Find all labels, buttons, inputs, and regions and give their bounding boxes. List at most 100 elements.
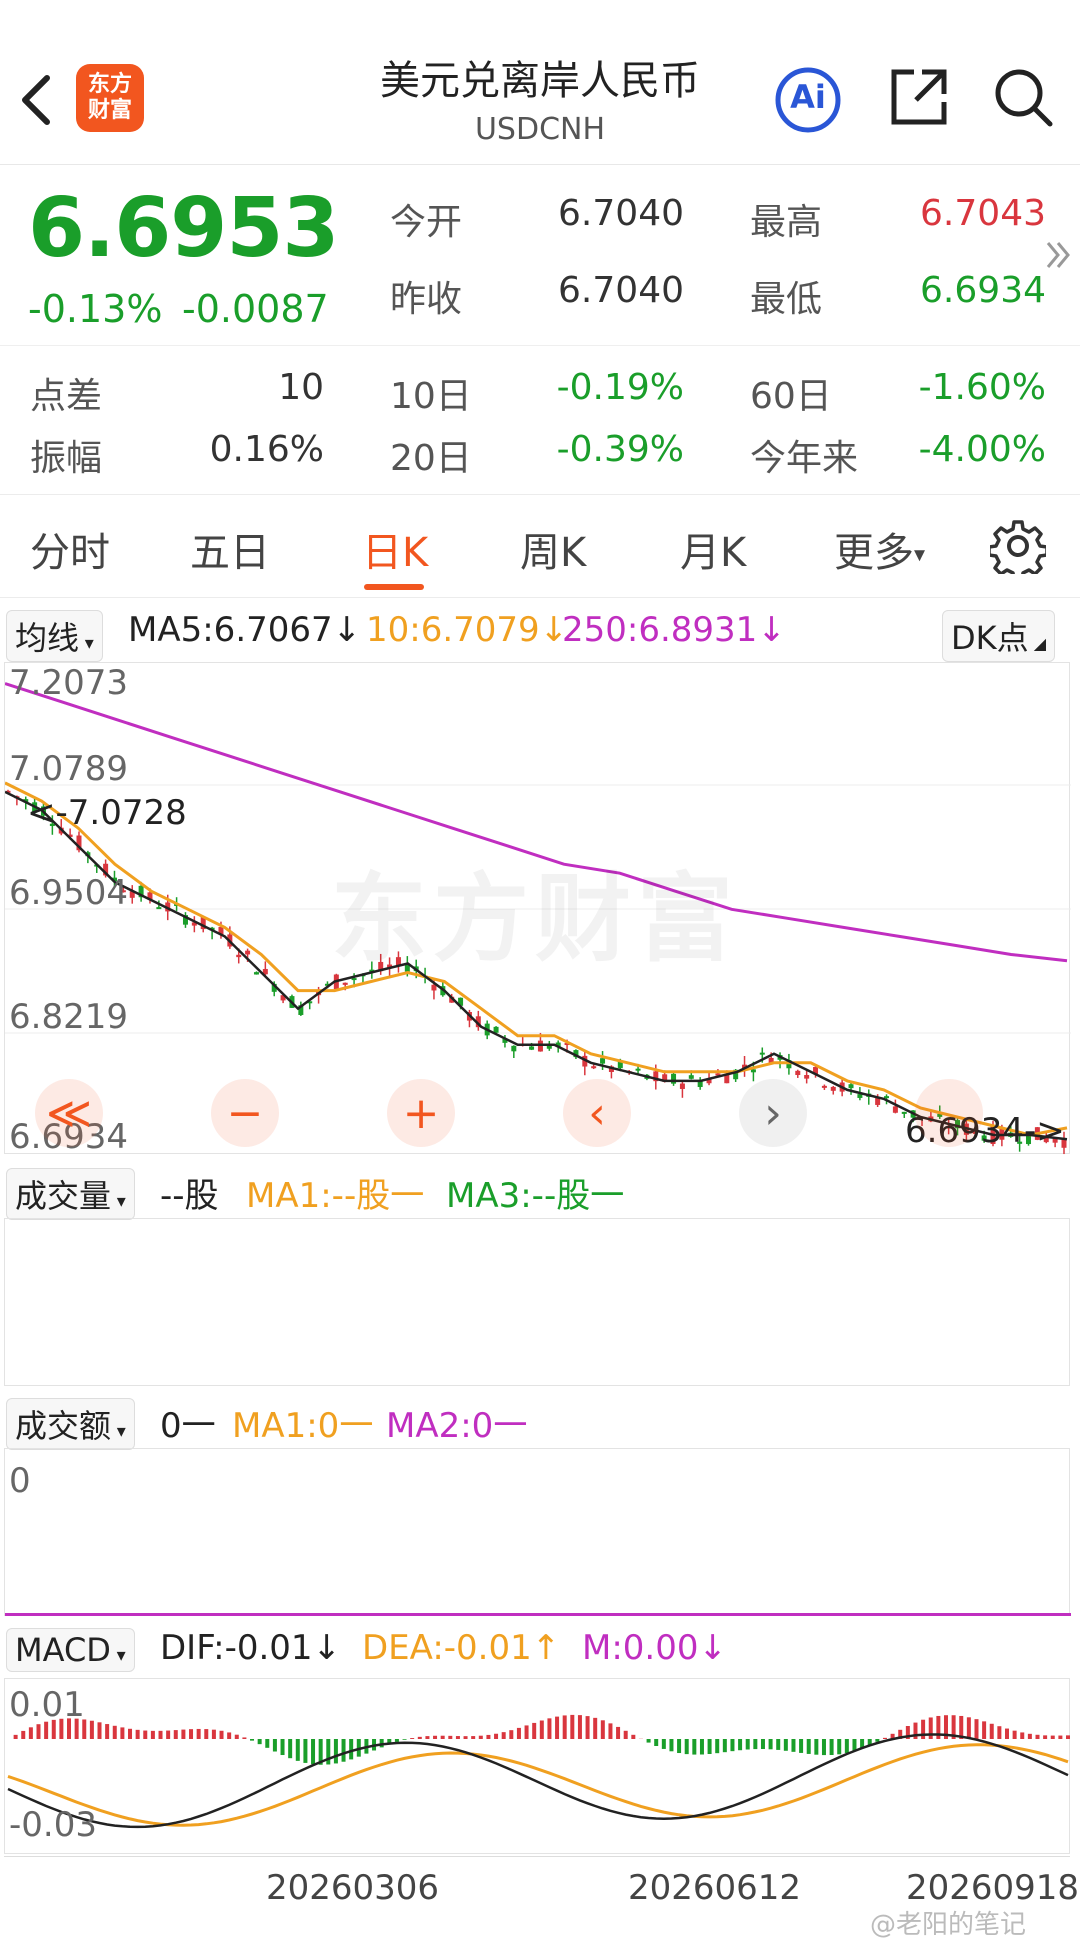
macd-bar [776, 1739, 781, 1750]
candle-body [529, 1046, 535, 1050]
macd-bar [585, 1716, 590, 1739]
macd-bar [242, 1737, 247, 1739]
dk-point-button[interactable]: DK点 ◢ [942, 610, 1056, 662]
high-value: 6.7043 [920, 193, 1046, 234]
zoom-out-button[interactable]: − [211, 1079, 279, 1147]
caret-down-icon: ▾ [111, 1191, 126, 1212]
macd-bar [272, 1739, 277, 1752]
amplitude-label: 振幅 [30, 438, 103, 479]
macd-bar [158, 1730, 163, 1739]
amount-selector[interactable]: 成交额 ▾ [6, 1398, 135, 1450]
tab-monthly-k[interactable]: 月K [680, 520, 746, 578]
macd-bar [562, 1715, 567, 1739]
macd-bar [738, 1739, 743, 1751]
gear-icon[interactable] [987, 518, 1050, 582]
macd-panel: 0.01 -0.03 [4, 1678, 1070, 1854]
macd-axis-bottom: -0.03 [9, 1805, 97, 1845]
quote-panel: 6.6953 -0.13% -0.0087 今开 6.7040 最高 6.704… [0, 165, 1080, 495]
macd-bar [814, 1739, 819, 1755]
10d-value: -0.19% [556, 367, 684, 408]
share-icon[interactable] [886, 64, 952, 130]
macd-bar [616, 1726, 621, 1739]
search-icon[interactable] [990, 64, 1056, 130]
candle-body [591, 1066, 597, 1069]
macd-bar [280, 1739, 285, 1756]
macd-bar [516, 1727, 521, 1739]
macd-bar [265, 1739, 270, 1748]
indicator-selector[interactable]: 均线 ▾ [6, 610, 103, 662]
macd-bar [204, 1729, 209, 1739]
kline-panel: 东方财富 7.2073 7.0789 6.9504 6.8219 6.6934 … [4, 662, 1071, 1157]
macd-bar [234, 1734, 239, 1739]
macd-bar [707, 1739, 712, 1754]
macd-dea: DEA:-0.01↑ [362, 1628, 561, 1668]
macd-bar [471, 1736, 476, 1739]
ma250-legend: 250:6.8931↓ [562, 610, 786, 650]
macd-bar [1050, 1735, 1055, 1739]
candle-body [688, 1075, 694, 1079]
macd-bar [844, 1739, 849, 1754]
scroll-right-button[interactable]: › [739, 1079, 807, 1147]
macd-bar [36, 1724, 41, 1739]
macd-bar [128, 1728, 133, 1739]
macd-bar [799, 1739, 804, 1753]
volume-ma3: MA3:--股一 [446, 1176, 625, 1216]
spread-value: 10 [278, 367, 324, 408]
candle-body [892, 1106, 898, 1113]
tab-more[interactable]: 更多▾ [834, 520, 925, 578]
scroll-to-start-button[interactable]: ≪ [35, 1079, 103, 1147]
volume-selector[interactable]: 成交量 ▾ [6, 1168, 135, 1220]
tab-five-day[interactable]: 五日 [190, 520, 270, 578]
20d-value: -0.39% [556, 429, 684, 470]
ai-button[interactable]: Ai [772, 64, 844, 136]
macd-bar [250, 1739, 255, 1741]
macd-selector[interactable]: MACD ▾ [6, 1628, 135, 1672]
volume-selector-label: 成交量 [15, 1177, 112, 1215]
prev-close-value: 6.7040 [558, 270, 684, 311]
macd-bar [837, 1739, 842, 1755]
candle-body [804, 1075, 810, 1079]
macd-bar [173, 1730, 178, 1739]
macd-bar [227, 1732, 232, 1739]
tab-intraday[interactable]: 分时 [30, 520, 110, 578]
macd-bar [806, 1739, 811, 1754]
ai-label: Ai [790, 78, 826, 116]
macd-bar [97, 1722, 102, 1739]
candle-body [342, 982, 348, 985]
candle-body [821, 1085, 827, 1088]
60d-label: 60日 [750, 376, 832, 417]
double-chevron-right-icon[interactable] [1044, 237, 1078, 277]
tab-more-label: 更多 [834, 530, 914, 576]
macd-bar [89, 1720, 94, 1739]
open-value: 6.7040 [558, 193, 684, 234]
macd-bar [600, 1720, 605, 1739]
footer-watermark: @老阳的笔记 [870, 1910, 1027, 1940]
candle-body [697, 1081, 703, 1087]
macd-bar [1027, 1733, 1032, 1739]
scroll-left-button[interactable]: ‹ [563, 1079, 631, 1147]
volume-panel [4, 1218, 1070, 1386]
macd-bar [349, 1739, 354, 1760]
tab-daily-k[interactable]: 日K [362, 520, 428, 578]
candle-body [848, 1084, 854, 1089]
macd-bar [982, 1721, 987, 1739]
macd-bar [730, 1739, 735, 1752]
macd-bar [219, 1730, 224, 1739]
scroll-to-end-button[interactable] [915, 1079, 983, 1147]
caret-down-icon: ▾ [914, 542, 926, 568]
macd-bar [669, 1739, 674, 1752]
macd-m: M:0.00↓ [582, 1628, 727, 1668]
macd-bar [189, 1729, 194, 1739]
zoom-in-button[interactable]: + [387, 1079, 455, 1147]
dk-point-label: DK点 [951, 619, 1029, 657]
dea-line [7, 1743, 1069, 1827]
20d-label: 20日 [390, 438, 472, 479]
tab-weekly-k[interactable]: 周K [520, 520, 586, 578]
x-axis-line [4, 1856, 1070, 1866]
macd-bar [1043, 1735, 1048, 1739]
macd-bar [760, 1739, 765, 1750]
y-axis-tick: 7.2073 [9, 663, 128, 703]
macd-bar [509, 1730, 514, 1739]
candle-body [511, 1045, 517, 1052]
macd-bar [783, 1739, 788, 1751]
